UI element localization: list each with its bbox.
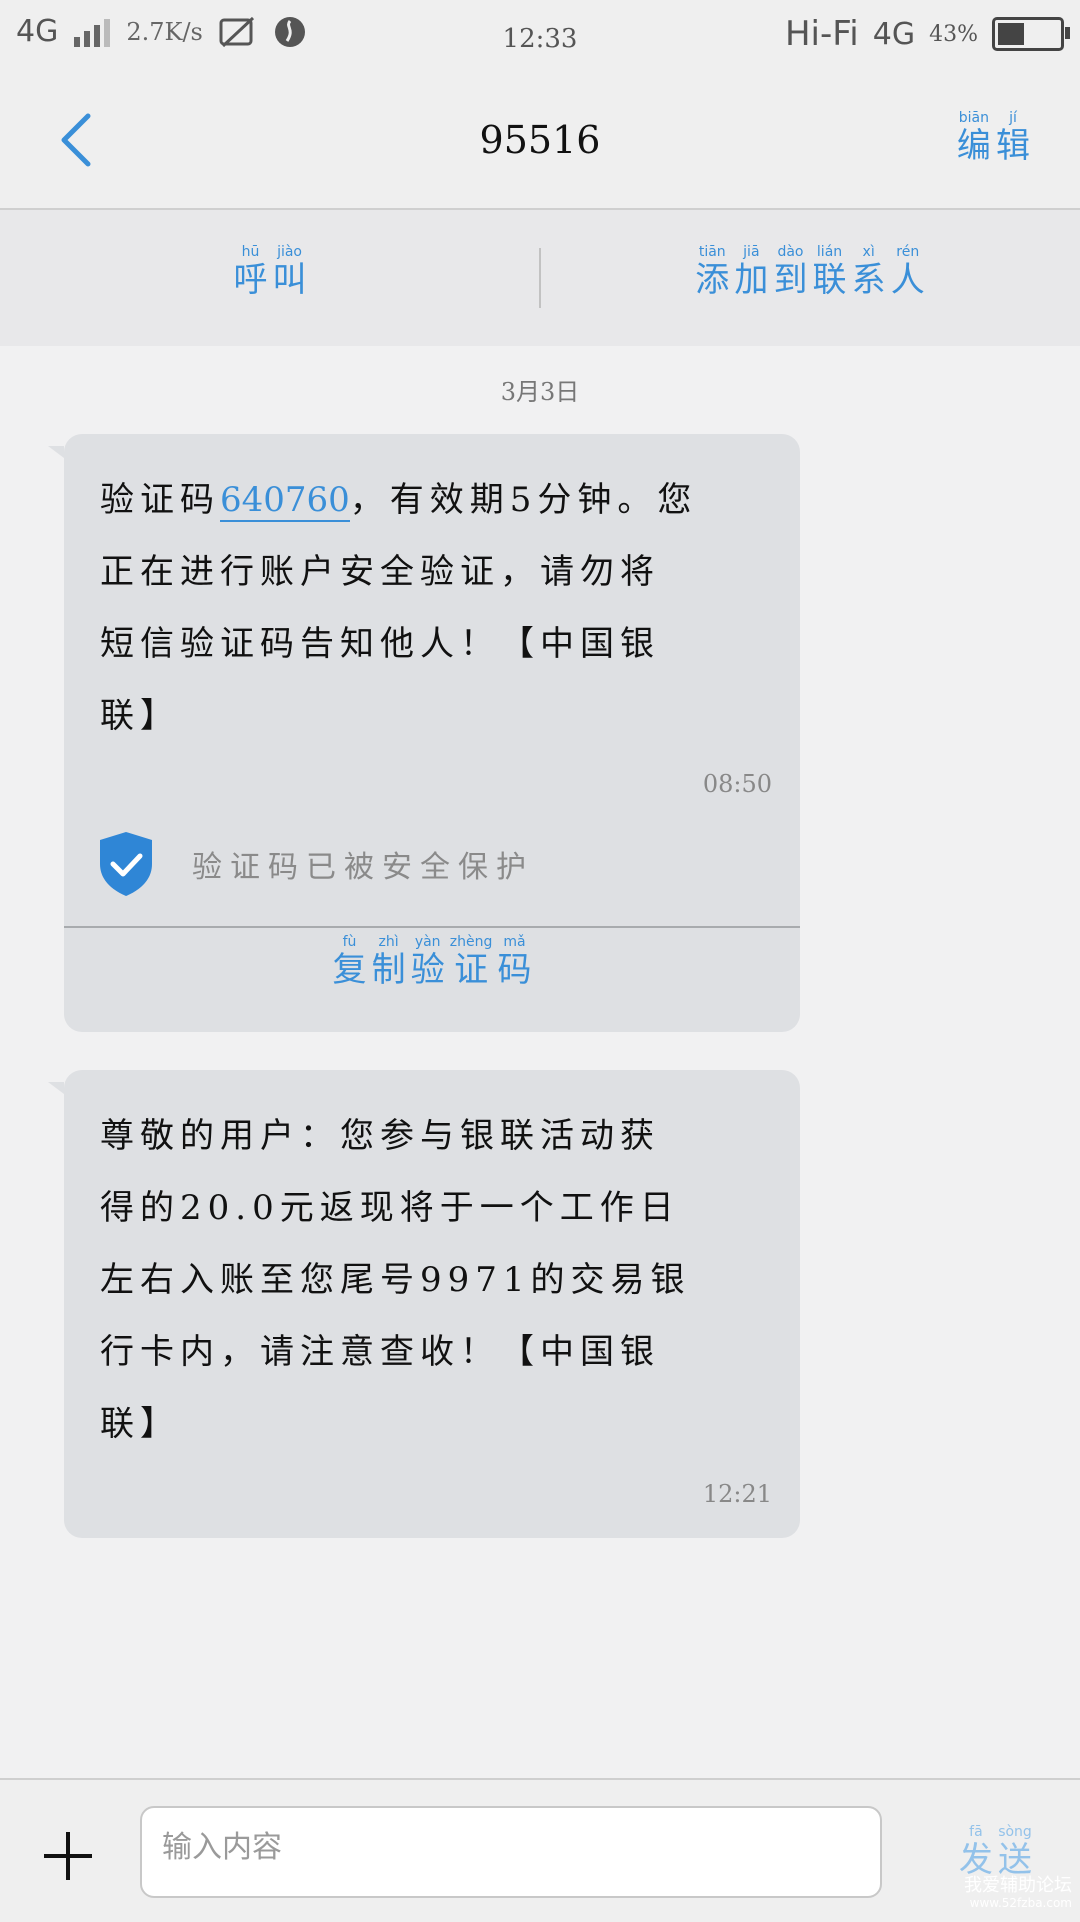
contact-action-bar: hū 呼 jiào 叫 tiān 添 jiā 加 dào 到 lián 联 xì 系 rén 人: [0, 210, 1080, 346]
message-time: 12:21: [702, 1480, 772, 1508]
message-line: 正在进行账户安全验证，请勿将: [100, 552, 660, 592]
message-line: 联】: [100, 1404, 180, 1444]
message-line: 左右入账至您尾号9971的交易银: [100, 1260, 691, 1300]
message-bubble[interactable]: 尊敬的用户：您参与银联活动获 得的20.0元返现将于一个工作日 左右入账至您尾号…: [48, 1070, 800, 1538]
message-time: 08:50: [702, 770, 772, 798]
conversation-header: 95516 biān 编 jí 辑: [0, 80, 1080, 210]
copy-code-button[interactable]: fù 复 zhì 制 yàn 验 zhèng 证 mǎ 码: [64, 934, 800, 990]
conversation-title: 95516: [479, 118, 601, 162]
watermark: 我爱辅助论坛 www.52fzba.com: [964, 1875, 1072, 1911]
code-protection-notice: 验证码已被安全保护: [96, 830, 534, 898]
status-right: Hi-Fi 4G 43%: [784, 14, 1070, 54]
message-line: 联】: [100, 696, 180, 736]
network-type-right: 4G: [872, 16, 916, 52]
message-line: 行卡内，请注意查收！【中国银: [100, 1332, 660, 1372]
action-divider: [539, 248, 541, 308]
message-text: 尊敬的用户：您参与银联活动获 得的20.0元返现将于一个工作日 左右入账至您尾号…: [100, 1100, 760, 1460]
input-placeholder: 输入内容: [162, 1830, 282, 1865]
message-line: 尊敬的用户：您参与银联活动获: [100, 1116, 660, 1156]
edit-button[interactable]: biān 编 jí 辑: [957, 110, 1030, 166]
plus-icon[interactable]: [44, 1832, 92, 1880]
protection-text: 验证码已被安全保护: [192, 850, 534, 885]
message-input[interactable]: 输入内容: [140, 1806, 882, 1898]
hifi-indicator: Hi-Fi: [784, 14, 859, 54]
message-text: 验证码640760，有效期5分钟。您 正在进行账户安全验证，请勿将 短信验证码告…: [100, 464, 760, 752]
composer-bar: 输入内容 fā 发 sòng 送 我爱辅助论坛 www.52fzba.com: [0, 1778, 1080, 1922]
bubble-divider: [64, 926, 800, 928]
status-bar: 4G 2.7K/s 12:33 Hi-Fi 4G 43%: [0, 0, 1080, 80]
shield-check-icon: [100, 832, 152, 896]
battery-percent: 43%: [929, 21, 978, 47]
message-line: ，有效期5分钟。您: [349, 480, 698, 520]
message-bubble[interactable]: 验证码640760，有效期5分钟。您 正在进行账户安全验证，请勿将 短信验证码告…: [48, 434, 800, 1032]
verification-code-link[interactable]: 640760: [220, 480, 350, 522]
battery-icon: [992, 17, 1070, 51]
message-line: 验证码: [100, 480, 220, 520]
add-to-contacts-button[interactable]: tiān 添 jiā 加 dào 到 lián 联 xì 系 rén 人: [630, 244, 990, 300]
message-line: 得的20.0元返现将于一个工作日: [100, 1188, 680, 1228]
call-button[interactable]: hū 呼 jiào 叫: [210, 244, 330, 300]
message-line: 短信验证码告知他人！【中国银: [100, 624, 660, 664]
date-separator: 3月3日: [500, 378, 580, 406]
send-button[interactable]: fā 发 sòng 送: [959, 1824, 1032, 1880]
